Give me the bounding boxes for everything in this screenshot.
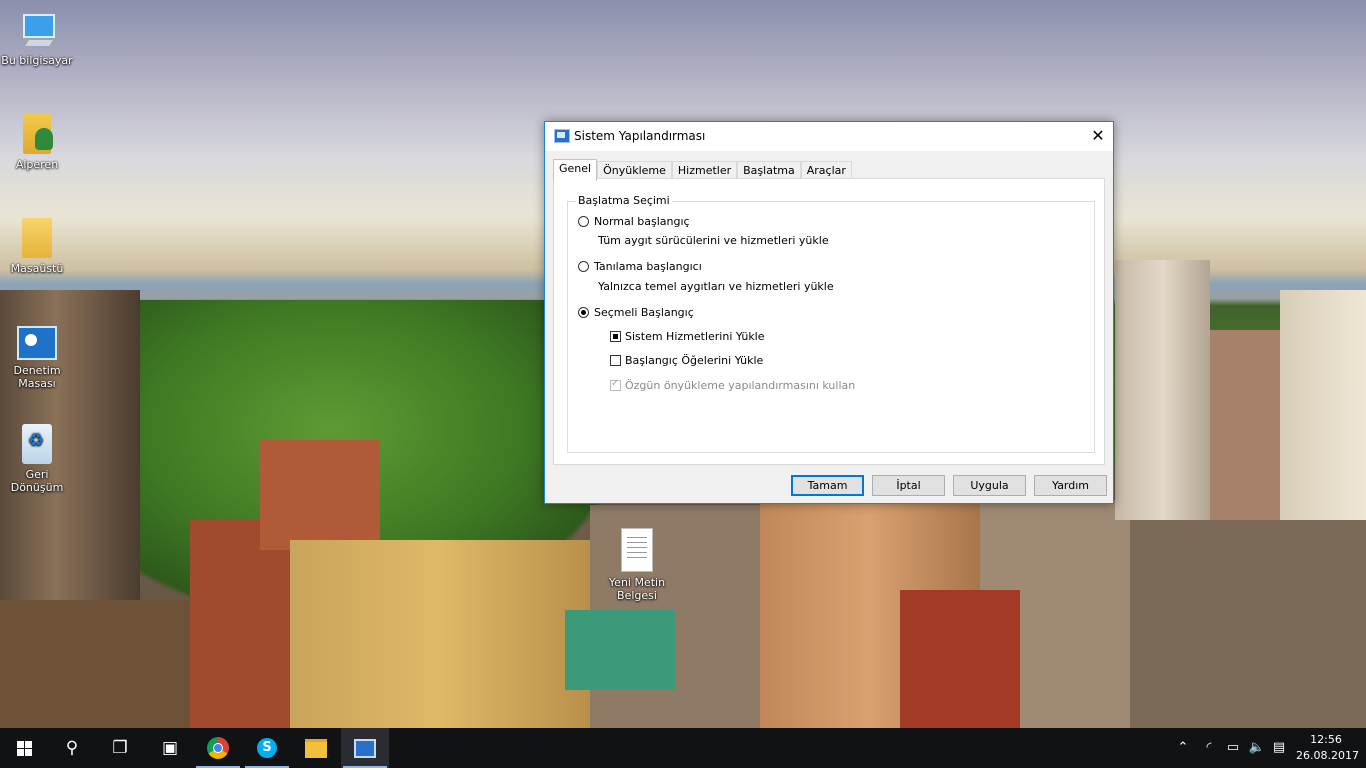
diagnostic-startup-radio[interactable] xyxy=(578,261,589,272)
normal-startup-description: Tüm aygıt sürücülerini ve hizmetleri yük… xyxy=(598,234,829,247)
photos-icon: ▣ xyxy=(161,738,179,758)
desktop-icon-user[interactable]: Alperen xyxy=(0,114,74,171)
desktop-icon-this-pc[interactable]: Bu bilgisayar xyxy=(0,10,74,67)
dialog-titlebar[interactable]: Sistem Yapılandırması ✕ xyxy=(545,122,1113,151)
wallpaper-building xyxy=(900,590,1020,728)
startup-selection-group: Başlatma Seçimi Normal başlangıç Tüm ayg… xyxy=(567,194,1095,453)
user-folder-icon xyxy=(23,114,53,154)
wallpaper-building xyxy=(565,610,675,690)
general-tab-panel: Başlatma Seçimi Normal başlangıç Tüm ayg… xyxy=(553,178,1105,465)
msconfig-icon xyxy=(354,738,376,758)
msconfig-app[interactable] xyxy=(341,728,389,768)
diagnostic-startup-label[interactable]: Tanılama başlangıcı xyxy=(594,260,702,273)
selective-startup-label[interactable]: Seçmeli Başlangıç xyxy=(594,306,694,319)
wallpaper-building xyxy=(1130,520,1366,728)
control-panel-icon xyxy=(17,326,57,360)
network-tray-button[interactable]: ◜ xyxy=(1198,728,1220,768)
tab-strip: Genel Önyükleme Hizmetler Başlatma Araçl… xyxy=(553,159,852,181)
wallpaper-building xyxy=(1115,260,1210,520)
desktop-icon-label: Alperen xyxy=(15,158,59,171)
dialog-title: Sistem Yapılandırması xyxy=(574,129,706,143)
wifi-icon: ◜ xyxy=(1206,740,1212,755)
desktop-icon-text-document[interactable]: Yeni Metin Belgesi xyxy=(600,528,674,602)
normal-startup-radio[interactable] xyxy=(578,216,589,227)
wallpaper-building xyxy=(1280,290,1366,520)
selective-startup-radio[interactable] xyxy=(578,307,589,318)
search-icon: ⚲ xyxy=(65,738,79,758)
skype-app[interactable]: S xyxy=(243,728,291,768)
task-view-button[interactable]: ❐ xyxy=(96,728,144,768)
tab-general[interactable]: Genel xyxy=(553,159,598,181)
load-startup-items-checkbox[interactable] xyxy=(610,355,621,366)
load-system-services-checkbox[interactable] xyxy=(610,331,621,342)
original-boot-config-checkbox xyxy=(610,378,621,391)
close-button[interactable]: ✕ xyxy=(1083,122,1113,151)
diagnostic-startup-description: Yalnızca temel aygıtları ve hizmetleri y… xyxy=(598,280,834,293)
desktop-icon-label: Masaüstü xyxy=(10,262,64,275)
battery-icon: ▭ xyxy=(1226,740,1240,755)
file-explorer-app[interactable] xyxy=(292,728,340,768)
desktop-icon-label: Bu bilgisayar xyxy=(1,54,73,67)
computer-icon xyxy=(17,10,57,50)
action-center-button[interactable]: ▤ xyxy=(1268,728,1290,768)
desktop-icon-label: Yeni Metin Belgesi xyxy=(608,576,666,602)
desktop-icon-label: Geri Dönüşüm xyxy=(10,468,64,494)
group-title: Başlatma Seçimi xyxy=(576,194,672,207)
skype-icon: S xyxy=(257,738,277,758)
apply-button[interactable]: Uygula xyxy=(953,475,1026,496)
taskbar: ⚲ ❐ ▣ S ⌃ ◜ ▭ 🔈 ▤ 12:56 26.08.2017 xyxy=(0,728,1366,768)
original-boot-config-label: Özgün önyükleme yapılandırmasını kullan xyxy=(625,379,856,392)
search-button[interactable]: ⚲ xyxy=(48,728,96,768)
clock-date: 26.08.2017 xyxy=(1296,749,1359,762)
task-view-icon: ❐ xyxy=(112,738,128,758)
start-button[interactable] xyxy=(0,728,48,768)
recycle-bin-icon xyxy=(22,424,52,464)
chrome-app[interactable] xyxy=(194,728,242,768)
notification-icon: ▤ xyxy=(1272,740,1286,755)
battery-tray-button[interactable]: ▭ xyxy=(1222,728,1244,768)
load-system-services-label[interactable]: Sistem Hizmetlerini Yükle xyxy=(625,330,765,343)
windows-logo-icon xyxy=(17,741,32,756)
ok-button[interactable]: Tamam xyxy=(791,475,864,496)
photos-app[interactable]: ▣ xyxy=(146,728,194,768)
taskbar-clock[interactable]: 12:56 26.08.2017 xyxy=(1296,732,1359,764)
msconfig-icon xyxy=(554,129,570,143)
normal-startup-label[interactable]: Normal başlangıç xyxy=(594,215,690,228)
text-document-icon xyxy=(621,528,653,572)
wallpaper-building xyxy=(0,600,200,728)
wallpaper-building xyxy=(290,540,590,730)
desktop-icon-control-panel[interactable]: Denetim Masası xyxy=(0,326,74,390)
load-startup-items-label[interactable]: Başlangıç Öğelerini Yükle xyxy=(625,354,763,367)
chrome-icon xyxy=(207,737,229,759)
help-button[interactable]: Yardım xyxy=(1034,475,1107,496)
folder-icon xyxy=(22,218,52,258)
desktop-icon-desktop-folder[interactable]: Masaüstü xyxy=(0,218,74,275)
desktop-icon-recycle-bin[interactable]: Geri Dönüşüm xyxy=(0,424,74,494)
volume-tray-button[interactable]: 🔈 xyxy=(1246,728,1268,768)
wallpaper-building xyxy=(260,440,380,550)
chevron-up-icon: ⌃ xyxy=(1177,740,1189,755)
clock-time: 12:56 xyxy=(1310,733,1342,746)
cancel-button[interactable]: İptal xyxy=(872,475,945,496)
show-hidden-icons-button[interactable]: ⌃ xyxy=(1172,728,1194,768)
system-configuration-dialog: Sistem Yapılandırması ✕ Genel Önyükleme … xyxy=(544,121,1114,504)
desktop-icon-label: Denetim Masası xyxy=(13,364,61,390)
folder-icon xyxy=(305,738,327,758)
wallpaper-building xyxy=(1210,330,1290,530)
speaker-icon: 🔈 xyxy=(1248,740,1266,755)
